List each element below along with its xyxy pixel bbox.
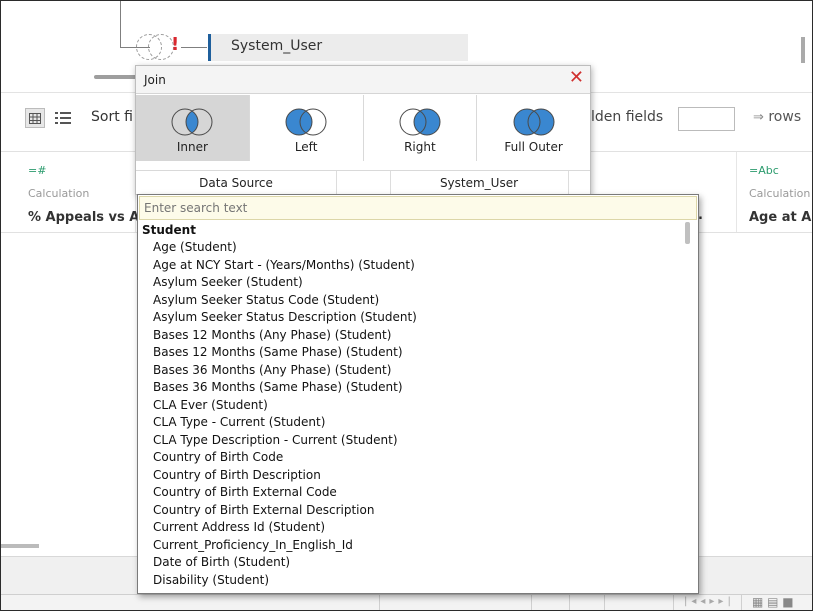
join-type-right[interactable]: Right: [363, 95, 478, 161]
join-type-label: Left: [294, 140, 318, 154]
field-option[interactable]: Asylum Seeker Status Code (Student): [138, 292, 683, 310]
list-icon: [55, 112, 71, 124]
field-option[interactable]: Disability (Student): [138, 572, 683, 590]
horizontal-scrollbar[interactable]: [1, 544, 39, 548]
column-name: % Appeals vs Ap: [28, 210, 149, 225]
connector-line: [181, 47, 207, 48]
vertical-scrollbar[interactable]: [801, 37, 805, 63]
column-header[interactable]: =# Calculation % Appeals vs Ap: [1, 152, 149, 232]
join-clause-header: Data Source System_User: [136, 170, 590, 195]
column-kind: Calculation: [749, 187, 811, 200]
join-type-selector: Inner Left Right Full Outer: [136, 95, 590, 161]
field-option[interactable]: Country of Birth Description: [138, 467, 683, 485]
join-type-label: Inner: [176, 140, 208, 154]
rows-label: ⇒ rows: [753, 109, 801, 125]
dialog-titlebar: Join ✕: [136, 66, 590, 94]
close-icon[interactable]: ✕: [569, 69, 584, 87]
full-outer-join-icon: [513, 108, 555, 136]
field-search-dropdown: Student Age (Student)Age at NCY Start - …: [137, 194, 699, 594]
column-type: =#: [28, 164, 47, 177]
field-option[interactable]: CLA Type Description - Current (Student): [138, 432, 683, 450]
field-option[interactable]: Current_Proficiency_In_English_Id: [138, 537, 683, 555]
field-option[interactable]: Asylum Seeker Status Description (Studen…: [138, 309, 683, 327]
warning-icon: !: [171, 34, 180, 55]
list-scrollbar-thumb[interactable]: [685, 222, 690, 244]
page-nav-icons[interactable]: |◂◂▸▸|: [684, 596, 735, 607]
grid-icon: [29, 112, 41, 124]
field-option[interactable]: CLA Ever (Student): [138, 397, 683, 415]
field-option[interactable]: Asylum Seeker (Student): [138, 274, 683, 292]
field-option[interactable]: Country of Birth External Description: [138, 502, 683, 520]
field-option[interactable]: Country of Birth Code: [138, 449, 683, 467]
table-name: System_User: [231, 38, 323, 54]
join-type-label: Right: [404, 140, 436, 154]
sort-fields-label[interactable]: Sort fi: [91, 109, 133, 125]
join-type-label: Full Outer: [504, 140, 563, 154]
app-window: ! System_User Sort fi lden fields ⇒ rows…: [0, 0, 813, 611]
field-option[interactable]: Bases 36 Months (Any Phase) (Student): [138, 362, 683, 380]
column-header[interactable]: =Abc Calculation Age at Ap: [736, 152, 812, 232]
field-option[interactable]: Current Address Id (Student): [138, 519, 683, 537]
field-group-header: Student: [142, 223, 196, 237]
rows-text: rows: [768, 109, 802, 125]
field-option[interactable]: Date of Birth (Student): [138, 554, 683, 572]
table-pill[interactable]: System_User: [208, 34, 468, 61]
view-mode-icons[interactable]: ▦ ▤ ■: [752, 595, 794, 609]
join-type-left[interactable]: Left: [249, 95, 364, 161]
connector-line: [120, 1, 121, 47]
status-bar: |◂◂▸▸| ▦ ▤ ■: [1, 594, 812, 610]
field-option[interactable]: Age at NCY Start - (Years/Months) (Stude…: [138, 257, 683, 275]
field-option[interactable]: Age (Student): [138, 239, 683, 257]
hidden-fields-label[interactable]: lden fields: [591, 109, 663, 125]
rows-input[interactable]: [678, 107, 735, 131]
left-source-header: Data Source: [199, 176, 273, 190]
right-join-icon: [399, 108, 441, 136]
dialog-title: Join: [144, 73, 166, 87]
field-option[interactable]: Bases 36 Months (Same Phase) (Student): [138, 379, 683, 397]
column-name: Age at Ap: [749, 210, 812, 225]
left-join-icon: [285, 108, 327, 136]
field-option[interactable]: Bases 12 Months (Any Phase) (Student): [138, 327, 683, 345]
arrow-right-icon: ⇒: [753, 110, 764, 125]
join-venn-icon[interactable]: [136, 34, 176, 60]
join-dialog: Join ✕ Inner Left Right Full Outer Data …: [135, 65, 591, 195]
join-type-inner[interactable]: Inner: [136, 95, 250, 161]
search-input[interactable]: [139, 196, 697, 220]
field-list: Student Age (Student) Age at NCY Start - …: [138, 221, 683, 593]
field-option[interactable]: CLA Type - Current (Student): [138, 414, 683, 432]
splitter-handle[interactable]: [94, 75, 139, 79]
join-type-full-outer[interactable]: Full Outer: [477, 95, 590, 161]
right-source-header: System_User: [439, 176, 519, 190]
column-kind: Calculation: [28, 187, 90, 200]
inner-join-icon: [171, 108, 213, 136]
list-view-button[interactable]: [55, 110, 71, 129]
field-option[interactable]: Bases 12 Months (Same Phase) (Student): [138, 344, 683, 362]
grid-view-button[interactable]: [25, 108, 45, 128]
field-option[interactable]: Country of Birth External Code: [138, 484, 683, 502]
column-type: =Abc: [749, 164, 779, 177]
